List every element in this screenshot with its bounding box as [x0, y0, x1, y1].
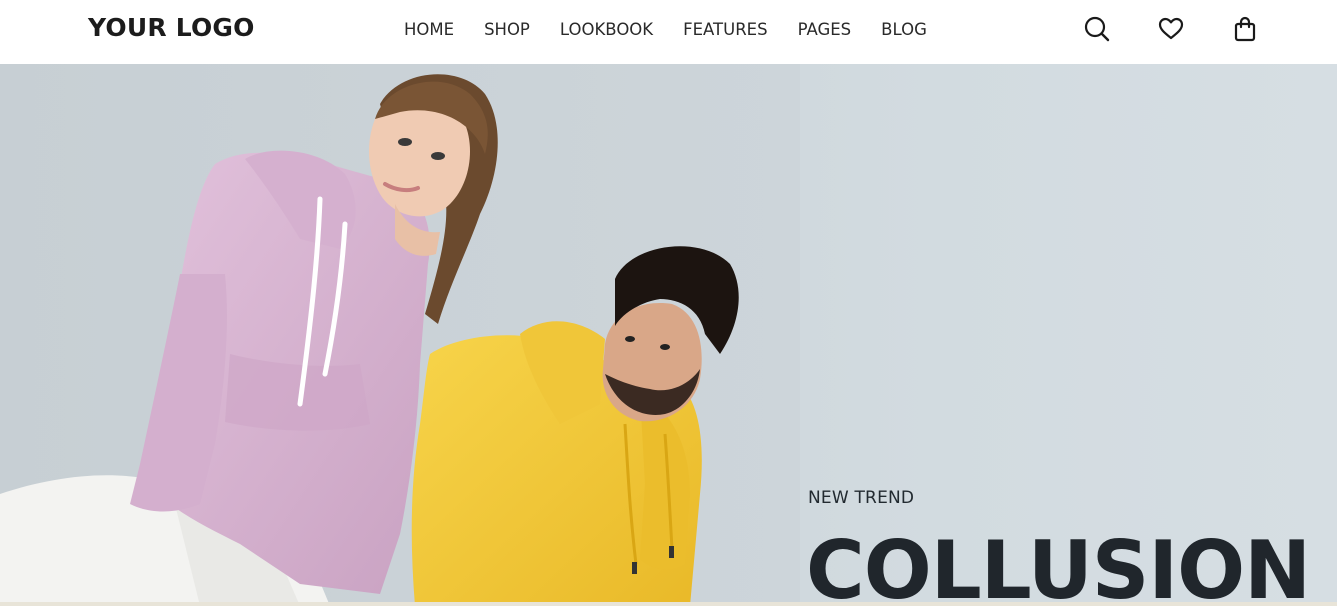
nav-shop[interactable]: SHOP [484, 18, 530, 42]
search-icon[interactable] [1082, 14, 1112, 44]
header-actions [1080, 14, 1270, 44]
hero-image [0, 64, 800, 606]
heart-icon[interactable] [1156, 14, 1186, 44]
nav-pages[interactable]: PAGES [798, 18, 852, 42]
shopping-bag-icon[interactable] [1230, 14, 1260, 44]
hero-banner: NEW TREND COLLUSION [0, 64, 1337, 606]
site-logo[interactable]: YOUR LOGO [88, 12, 255, 44]
hero-subtitle: NEW TREND [808, 488, 915, 508]
hero-title: COLLUSION [806, 524, 1311, 606]
bottom-divider [0, 602, 1337, 606]
nav-home[interactable]: HOME [404, 18, 454, 42]
nav-blog[interactable]: BLOG [881, 18, 927, 42]
main-nav: HOME SHOP LOOKBOOK FEATURES PAGES BLOG [404, 18, 957, 42]
site-header: YOUR LOGO HOME SHOP LOOKBOOK FEATURES PA… [0, 0, 1337, 64]
nav-lookbook[interactable]: LOOKBOOK [560, 18, 653, 42]
nav-features[interactable]: FEATURES [683, 18, 767, 42]
